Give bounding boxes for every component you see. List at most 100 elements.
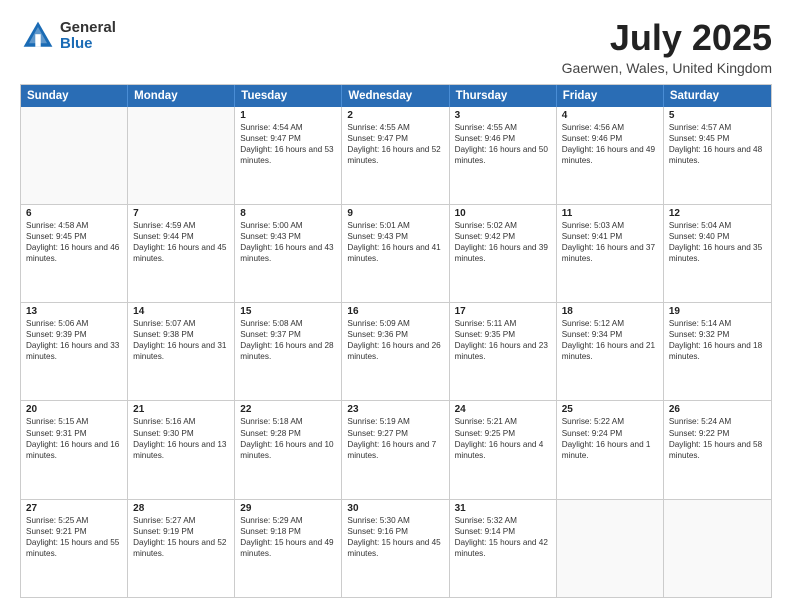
cell-info: Sunrise: 5:15 AM Sunset: 9:31 PM Dayligh… [26,416,122,460]
calendar-cell: 1Sunrise: 4:54 AM Sunset: 9:47 PM Daylig… [235,107,342,204]
cell-info: Sunrise: 5:18 AM Sunset: 9:28 PM Dayligh… [240,416,336,460]
cell-info: Sunrise: 4:55 AM Sunset: 9:46 PM Dayligh… [455,122,551,166]
logo-blue: Blue [60,36,116,53]
cell-info: Sunrise: 5:14 AM Sunset: 9:32 PM Dayligh… [669,318,766,362]
cell-info: Sunrise: 5:32 AM Sunset: 9:14 PM Dayligh… [455,515,551,559]
calendar-cell: 30Sunrise: 5:30 AM Sunset: 9:16 PM Dayli… [342,500,449,597]
calendar-cell: 19Sunrise: 5:14 AM Sunset: 9:32 PM Dayli… [664,303,771,400]
calendar-cell [557,500,664,597]
calendar-cell: 11Sunrise: 5:03 AM Sunset: 9:41 PM Dayli… [557,205,664,302]
cell-info: Sunrise: 5:25 AM Sunset: 9:21 PM Dayligh… [26,515,122,559]
cell-info: Sunrise: 5:19 AM Sunset: 9:27 PM Dayligh… [347,416,443,460]
day-number: 15 [240,306,336,317]
day-number: 25 [562,404,658,415]
calendar-row-2: 13Sunrise: 5:06 AM Sunset: 9:39 PM Dayli… [21,302,771,400]
cell-info: Sunrise: 5:22 AM Sunset: 9:24 PM Dayligh… [562,416,658,460]
calendar-cell [21,107,128,204]
calendar-cell: 29Sunrise: 5:29 AM Sunset: 9:18 PM Dayli… [235,500,342,597]
calendar-cell: 25Sunrise: 5:22 AM Sunset: 9:24 PM Dayli… [557,401,664,498]
header-day-tuesday: Tuesday [235,85,342,107]
calendar-cell: 23Sunrise: 5:19 AM Sunset: 9:27 PM Dayli… [342,401,449,498]
day-number: 28 [133,503,229,514]
calendar-cell: 3Sunrise: 4:55 AM Sunset: 9:46 PM Daylig… [450,107,557,204]
cell-info: Sunrise: 5:08 AM Sunset: 9:37 PM Dayligh… [240,318,336,362]
calendar-cell: 4Sunrise: 4:56 AM Sunset: 9:46 PM Daylig… [557,107,664,204]
calendar-body: 1Sunrise: 4:54 AM Sunset: 9:47 PM Daylig… [21,107,771,597]
calendar-cell: 5Sunrise: 4:57 AM Sunset: 9:45 PM Daylig… [664,107,771,204]
day-number: 21 [133,404,229,415]
calendar-cell: 31Sunrise: 5:32 AM Sunset: 9:14 PM Dayli… [450,500,557,597]
calendar-cell: 20Sunrise: 5:15 AM Sunset: 9:31 PM Dayli… [21,401,128,498]
title-block: July 2025 Gaerwen, Wales, United Kingdom [562,18,772,76]
day-number: 29 [240,503,336,514]
calendar-cell: 22Sunrise: 5:18 AM Sunset: 9:28 PM Dayli… [235,401,342,498]
day-number: 24 [455,404,551,415]
logo-text: General Blue [60,20,116,53]
calendar-cell: 2Sunrise: 4:55 AM Sunset: 9:47 PM Daylig… [342,107,449,204]
day-number: 8 [240,208,336,219]
day-number: 31 [455,503,551,514]
calendar-cell: 28Sunrise: 5:27 AM Sunset: 9:19 PM Dayli… [128,500,235,597]
calendar-cell [664,500,771,597]
calendar-cell: 18Sunrise: 5:12 AM Sunset: 9:34 PM Dayli… [557,303,664,400]
calendar-cell [128,107,235,204]
day-number: 30 [347,503,443,514]
header: General Blue July 2025 Gaerwen, Wales, U… [20,18,772,76]
day-number: 27 [26,503,122,514]
cell-info: Sunrise: 5:09 AM Sunset: 9:36 PM Dayligh… [347,318,443,362]
day-number: 11 [562,208,658,219]
header-day-monday: Monday [128,85,235,107]
header-day-friday: Friday [557,85,664,107]
cell-info: Sunrise: 5:21 AM Sunset: 9:25 PM Dayligh… [455,416,551,460]
cell-info: Sunrise: 4:59 AM Sunset: 9:44 PM Dayligh… [133,220,229,264]
day-number: 7 [133,208,229,219]
day-number: 6 [26,208,122,219]
cell-info: Sunrise: 5:30 AM Sunset: 9:16 PM Dayligh… [347,515,443,559]
calendar-cell: 16Sunrise: 5:09 AM Sunset: 9:36 PM Dayli… [342,303,449,400]
cell-info: Sunrise: 4:56 AM Sunset: 9:46 PM Dayligh… [562,122,658,166]
day-number: 20 [26,404,122,415]
cell-info: Sunrise: 5:24 AM Sunset: 9:22 PM Dayligh… [669,416,766,460]
calendar-row-4: 27Sunrise: 5:25 AM Sunset: 9:21 PM Dayli… [21,499,771,597]
cell-info: Sunrise: 5:16 AM Sunset: 9:30 PM Dayligh… [133,416,229,460]
cell-info: Sunrise: 5:01 AM Sunset: 9:43 PM Dayligh… [347,220,443,264]
cell-info: Sunrise: 5:27 AM Sunset: 9:19 PM Dayligh… [133,515,229,559]
day-number: 4 [562,110,658,121]
calendar-cell: 9Sunrise: 5:01 AM Sunset: 9:43 PM Daylig… [342,205,449,302]
calendar-cell: 24Sunrise: 5:21 AM Sunset: 9:25 PM Dayli… [450,401,557,498]
main-title: July 2025 [562,18,772,58]
calendar-header: SundayMondayTuesdayWednesdayThursdayFrid… [21,85,771,107]
calendar-cell: 15Sunrise: 5:08 AM Sunset: 9:37 PM Dayli… [235,303,342,400]
cell-info: Sunrise: 5:12 AM Sunset: 9:34 PM Dayligh… [562,318,658,362]
cell-info: Sunrise: 4:54 AM Sunset: 9:47 PM Dayligh… [240,122,336,166]
cell-info: Sunrise: 5:00 AM Sunset: 9:43 PM Dayligh… [240,220,336,264]
day-number: 26 [669,404,766,415]
calendar-cell: 26Sunrise: 5:24 AM Sunset: 9:22 PM Dayli… [664,401,771,498]
header-day-thursday: Thursday [450,85,557,107]
day-number: 18 [562,306,658,317]
cell-info: Sunrise: 5:07 AM Sunset: 9:38 PM Dayligh… [133,318,229,362]
day-number: 19 [669,306,766,317]
calendar: SundayMondayTuesdayWednesdayThursdayFrid… [20,84,772,598]
calendar-cell: 27Sunrise: 5:25 AM Sunset: 9:21 PM Dayli… [21,500,128,597]
header-day-saturday: Saturday [664,85,771,107]
cell-info: Sunrise: 5:11 AM Sunset: 9:35 PM Dayligh… [455,318,551,362]
day-number: 22 [240,404,336,415]
calendar-row-1: 6Sunrise: 4:58 AM Sunset: 9:45 PM Daylig… [21,204,771,302]
cell-info: Sunrise: 5:06 AM Sunset: 9:39 PM Dayligh… [26,318,122,362]
calendar-cell: 6Sunrise: 4:58 AM Sunset: 9:45 PM Daylig… [21,205,128,302]
calendar-row-3: 20Sunrise: 5:15 AM Sunset: 9:31 PM Dayli… [21,400,771,498]
calendar-cell: 13Sunrise: 5:06 AM Sunset: 9:39 PM Dayli… [21,303,128,400]
logo-icon [20,18,56,54]
cell-info: Sunrise: 5:02 AM Sunset: 9:42 PM Dayligh… [455,220,551,264]
calendar-cell: 10Sunrise: 5:02 AM Sunset: 9:42 PM Dayli… [450,205,557,302]
day-number: 17 [455,306,551,317]
calendar-cell: 7Sunrise: 4:59 AM Sunset: 9:44 PM Daylig… [128,205,235,302]
header-day-wednesday: Wednesday [342,85,449,107]
logo: General Blue [20,18,116,54]
cell-info: Sunrise: 4:58 AM Sunset: 9:45 PM Dayligh… [26,220,122,264]
cell-info: Sunrise: 5:04 AM Sunset: 9:40 PM Dayligh… [669,220,766,264]
day-number: 3 [455,110,551,121]
logo-general: General [60,20,116,37]
day-number: 16 [347,306,443,317]
